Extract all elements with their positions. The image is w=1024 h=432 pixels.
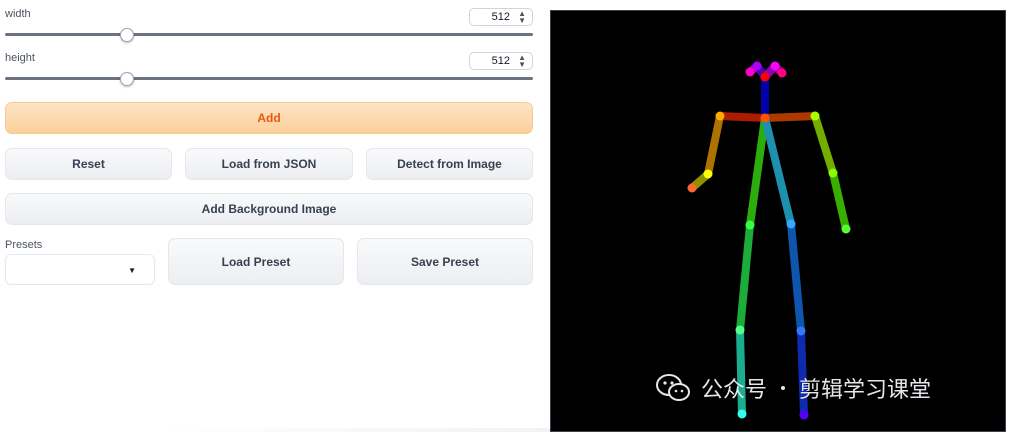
watermark-separator bbox=[781, 386, 786, 390]
joint-right-eye bbox=[752, 61, 762, 71]
width-value: 512 bbox=[491, 11, 510, 23]
reset-button[interactable]: Reset bbox=[5, 148, 172, 180]
limb-left-torso bbox=[761, 114, 795, 228]
load-preset-button[interactable]: Load Preset bbox=[168, 238, 344, 285]
limb-right-thigh bbox=[736, 221, 754, 334]
height-slider-track[interactable] bbox=[5, 77, 533, 80]
height-slider-thumb[interactable] bbox=[120, 72, 135, 86]
joint-right-ankle bbox=[737, 409, 747, 419]
joint-neck bbox=[760, 113, 770, 123]
pose-canvas[interactable] bbox=[550, 10, 1006, 432]
width-label: width bbox=[5, 8, 31, 20]
presets-label: Presets bbox=[5, 239, 43, 251]
pose-skeleton bbox=[687, 61, 851, 420]
save-preset-button[interactable]: Save Preset bbox=[357, 238, 533, 285]
joint-left-elbow bbox=[828, 168, 838, 178]
joint-left-ankle bbox=[799, 410, 809, 420]
presets-dropdown[interactable]: ▼ bbox=[5, 254, 155, 285]
width-number-input[interactable]: 512 ▲ ▼ bbox=[469, 8, 533, 26]
add-background-image-button[interactable]: Add Background Image bbox=[5, 193, 533, 225]
watermark: 公众号 剪辑学习课堂 bbox=[655, 372, 931, 404]
watermark-text-right: 剪辑学习课堂 bbox=[799, 377, 932, 402]
joint-right-shoulder bbox=[715, 111, 725, 121]
height-number-input[interactable]: 512 ▲ ▼ bbox=[469, 52, 533, 70]
caret-down-icon: ▼ bbox=[128, 266, 136, 275]
up-down-arrows-icon[interactable]: ▲ ▼ bbox=[518, 10, 526, 25]
width-slider-track[interactable] bbox=[5, 33, 533, 36]
limb-left-thigh bbox=[787, 220, 805, 335]
detect-from-image-button[interactable]: Detect from Image bbox=[366, 148, 533, 180]
limb-right-shoulder bbox=[716, 112, 769, 122]
watermark-text-left: 公众号 bbox=[701, 377, 768, 402]
joint-left-eye bbox=[770, 61, 780, 71]
load-from-json-button[interactable]: Load from JSON bbox=[185, 148, 353, 180]
joint-left-knee bbox=[796, 326, 806, 336]
add-button[interactable]: Add bbox=[5, 102, 533, 134]
limb-left-forearm bbox=[829, 169, 850, 233]
height-label: height bbox=[5, 52, 35, 64]
bottom-edge-shadow bbox=[150, 428, 550, 432]
joint-right-hip bbox=[745, 220, 755, 230]
limb-left-upper-arm bbox=[811, 112, 837, 177]
joint-left-wrist bbox=[841, 224, 851, 234]
joint-left-shoulder bbox=[810, 111, 820, 121]
up-down-arrows-icon[interactable]: ▲ ▼ bbox=[518, 54, 526, 69]
joint-nose bbox=[760, 72, 770, 82]
width-slider-thumb[interactable] bbox=[120, 28, 135, 42]
limb-left-shoulder bbox=[761, 112, 819, 122]
limb-right-torso bbox=[746, 114, 769, 229]
joint-right-wrist bbox=[687, 183, 697, 193]
joint-right-elbow bbox=[703, 169, 713, 179]
joint-right-knee bbox=[735, 325, 745, 335]
wechat-icon bbox=[656, 374, 690, 401]
limb-right-upper-arm bbox=[704, 112, 724, 178]
joint-left-ear bbox=[777, 68, 787, 78]
joint-left-hip bbox=[786, 219, 796, 229]
joint-right-ear bbox=[745, 67, 755, 77]
height-value: 512 bbox=[491, 55, 510, 67]
